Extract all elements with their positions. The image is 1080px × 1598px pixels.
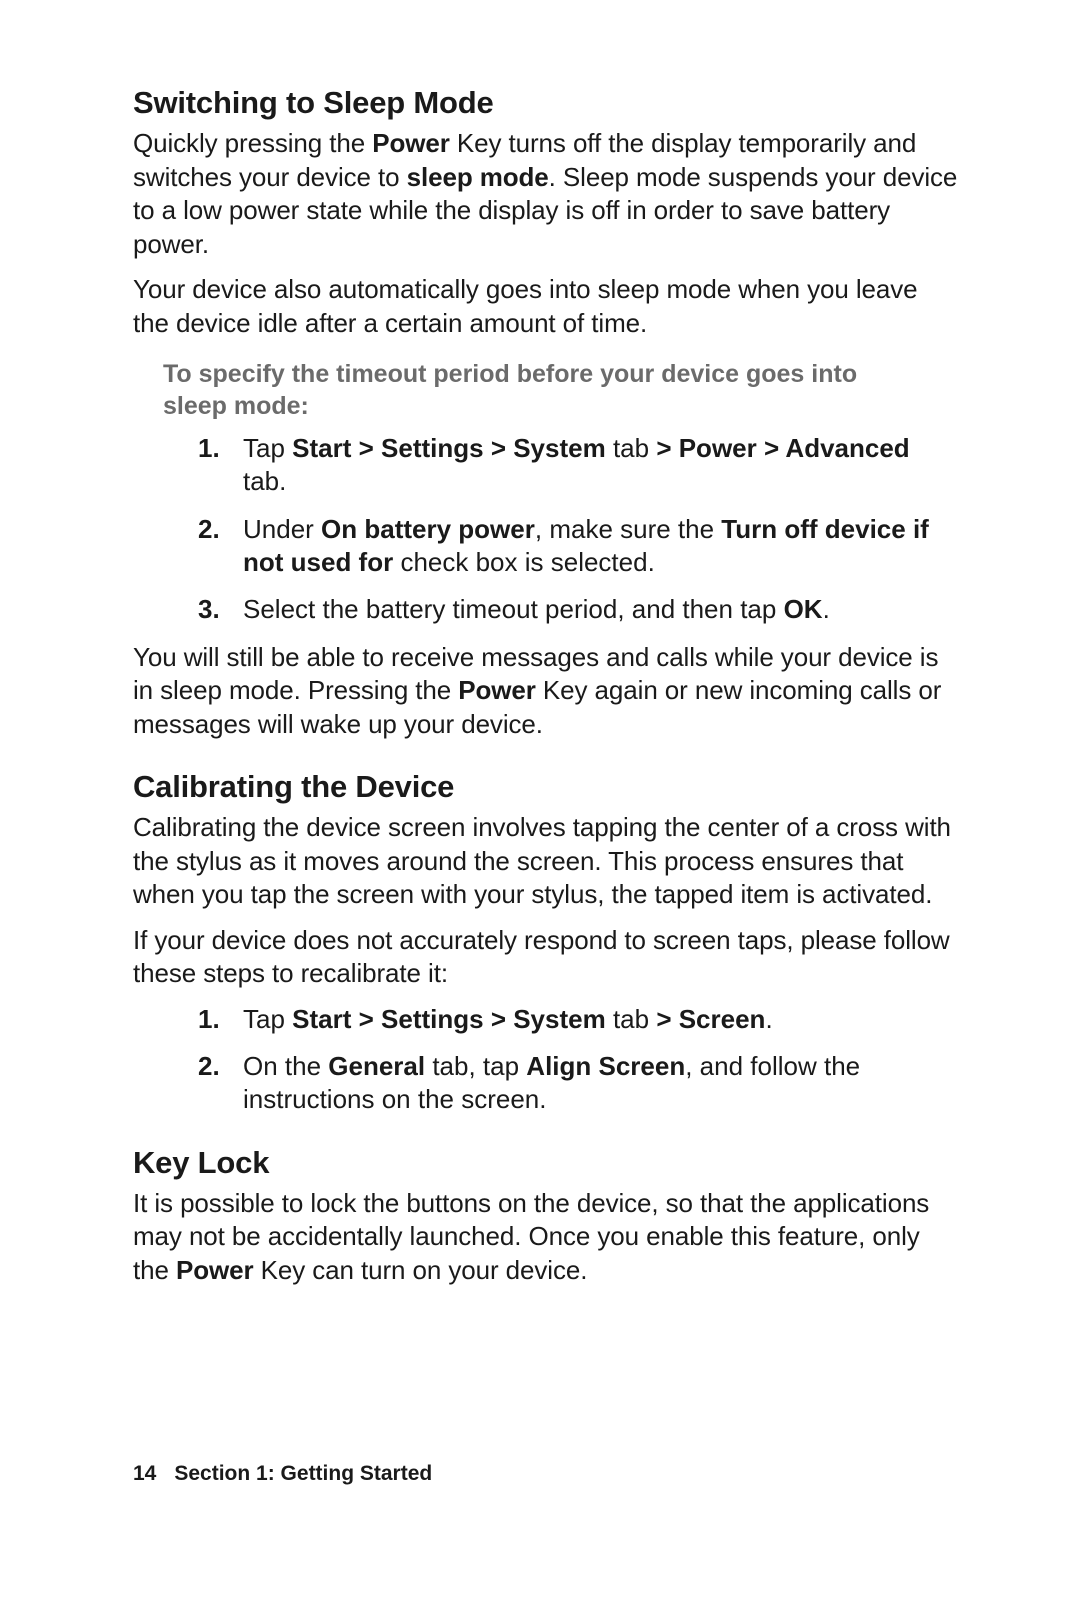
bold-text: Start > Settings > System <box>292 433 606 463</box>
bold-text: sleep mode <box>407 162 549 192</box>
sub-intro: To specify the timeout period before you… <box>163 358 923 422</box>
text: Select the battery timeout period, and t… <box>243 594 784 624</box>
text: . <box>823 594 830 624</box>
text: . <box>765 1004 772 1034</box>
page-number: 14 <box>133 1462 156 1485</box>
text: Quickly pressing the <box>133 128 372 158</box>
bold-text: Power <box>176 1255 254 1285</box>
bold-text: General <box>328 1051 425 1081</box>
bold-text: Power <box>458 675 536 705</box>
section-label: Section 1: Getting Started <box>174 1462 432 1485</box>
bold-text: Start > Settings > System <box>292 1004 606 1034</box>
step-item: On the General tab, tap Align Screen, an… <box>243 1050 960 1117</box>
step-item: Tap Start > Settings > System tab > Powe… <box>243 432 960 499</box>
paragraph: You will still be able to receive messag… <box>133 641 960 742</box>
bold-text: OK <box>784 594 823 624</box>
page-footer: 14 Section 1: Getting Started <box>133 1462 432 1486</box>
text: , make sure the <box>535 514 721 544</box>
paragraph: It is possible to lock the buttons on th… <box>133 1187 960 1288</box>
text: tab <box>606 1004 657 1034</box>
steps-list-sleep: Tap Start > Settings > System tab > Powe… <box>133 432 960 626</box>
text: Key can turn on your device. <box>254 1255 588 1285</box>
step-item: Select the battery timeout period, and t… <box>243 593 960 626</box>
step-item: Tap Start > Settings > System tab > Scre… <box>243 1003 960 1036</box>
bold-text: > Screen <box>656 1004 765 1034</box>
bold-text: Align Screen <box>526 1051 685 1081</box>
paragraph: Quickly pressing the Power Key turns off… <box>133 127 960 261</box>
text: tab, tap <box>425 1051 526 1081</box>
text: On the <box>243 1051 328 1081</box>
step-item: Under On battery power, make sure the Tu… <box>243 513 960 580</box>
text: Under <box>243 514 321 544</box>
bold-text: On battery power <box>321 514 535 544</box>
text: Tap <box>243 433 292 463</box>
manual-page: Switching to Sleep Mode Quickly pressing… <box>0 0 1080 1598</box>
heading-calibrating: Calibrating the Device <box>133 769 960 805</box>
text: tab <box>606 433 657 463</box>
heading-key-lock: Key Lock <box>133 1145 960 1181</box>
paragraph: If your device does not accurately respo… <box>133 924 960 991</box>
paragraph: Calibrating the device screen involves t… <box>133 811 960 912</box>
text: check box is selected. <box>393 547 655 577</box>
steps-list-calibrate: Tap Start > Settings > System tab > Scre… <box>133 1003 960 1117</box>
text: tab. <box>243 466 286 496</box>
paragraph: Your device also automatically goes into… <box>133 273 960 340</box>
bold-text: > Power > Advanced <box>656 433 909 463</box>
text: Tap <box>243 1004 292 1034</box>
heading-sleep-mode: Switching to Sleep Mode <box>133 85 960 121</box>
bold-text: Power <box>372 128 450 158</box>
